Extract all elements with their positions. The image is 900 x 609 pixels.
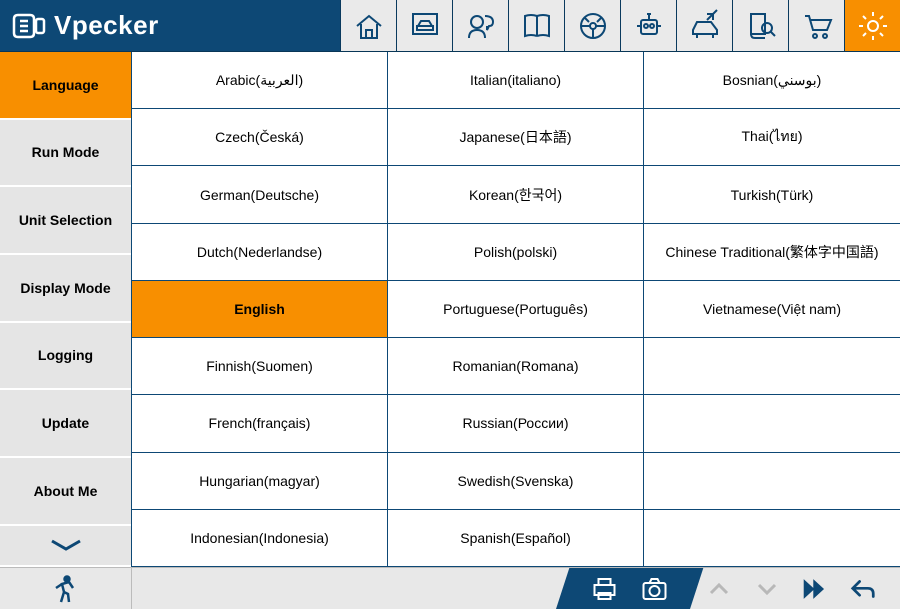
main: Language Run Mode Unit Selection Display…	[0, 52, 900, 567]
nav-forward[interactable]	[802, 576, 828, 602]
language-option[interactable]: Dutch(Nederlandse)	[132, 224, 388, 281]
robot-icon[interactable]	[620, 0, 676, 51]
language-option[interactable]: Japanese(日本語)	[388, 109, 644, 166]
logo-area: Vpecker	[0, 10, 340, 41]
double-chevron-right-icon	[802, 574, 828, 604]
language-option[interactable]: Finnish(Suomen)	[132, 338, 388, 395]
sidebar: Language Run Mode Unit Selection Display…	[0, 52, 132, 567]
language-option[interactable]: Italian(italiano)	[388, 52, 644, 109]
language-option[interactable]: Spanish(Español)	[388, 510, 644, 567]
language-option	[644, 510, 900, 567]
language-option[interactable]: Russian(России)	[388, 395, 644, 452]
nav-back[interactable]	[850, 576, 876, 602]
language-option[interactable]: Vietnamese(Việt nam)	[644, 281, 900, 338]
settings-icon[interactable]	[844, 0, 900, 51]
sidebar-item-about-me[interactable]: About Me	[0, 458, 131, 526]
logo-icon	[12, 13, 46, 39]
language-option[interactable]: Bosnian(بوسني)	[644, 52, 900, 109]
home-icon[interactable]	[340, 0, 396, 51]
language-option	[644, 395, 900, 452]
steering-icon[interactable]	[564, 0, 620, 51]
print-icon[interactable]	[591, 575, 619, 603]
footer-nav	[682, 568, 900, 609]
language-option[interactable]: Portuguese(Português)	[388, 281, 644, 338]
sidebar-item-label: About Me	[34, 483, 98, 499]
language-grid: Arabic(العربية)Italian(italiano)Bosnian(…	[132, 52, 900, 567]
language-option	[644, 338, 900, 395]
run-icon	[51, 574, 81, 604]
sidebar-item-language[interactable]: Language	[0, 52, 131, 120]
sidebar-item-label: Unit Selection	[19, 212, 112, 228]
nav-down[interactable]	[754, 576, 780, 602]
sidebar-item-unit-selection[interactable]: Unit Selection	[0, 187, 131, 255]
language-option[interactable]: Thai(ไทย)	[644, 109, 900, 166]
language-option[interactable]: Hungarian(magyar)	[132, 453, 388, 510]
exit-button[interactable]	[0, 568, 132, 609]
sidebar-item-update[interactable]: Update	[0, 390, 131, 458]
language-option[interactable]: French(français)	[132, 395, 388, 452]
sidebar-item-logging[interactable]: Logging	[0, 323, 131, 391]
language-option[interactable]: Romanian(Romana)	[388, 338, 644, 395]
nav-up[interactable]	[706, 576, 732, 602]
sidebar-item-label: Logging	[38, 347, 93, 363]
language-option[interactable]: Turkish(Türk)	[644, 166, 900, 223]
language-option[interactable]: Indonesian(Indonesia)	[132, 510, 388, 567]
language-option[interactable]: Polish(polski)	[388, 224, 644, 281]
cart-icon[interactable]	[788, 0, 844, 51]
vehicle-screen-icon[interactable]	[396, 0, 452, 51]
language-option[interactable]: Czech(Česká)	[132, 109, 388, 166]
brand-name: Vpecker	[54, 10, 159, 41]
manual-icon[interactable]	[508, 0, 564, 51]
sidebar-item-label: Language	[32, 77, 98, 93]
language-option[interactable]: English	[132, 281, 388, 338]
language-option[interactable]: Korean(한국어)	[388, 166, 644, 223]
camera-icon[interactable]	[641, 575, 669, 603]
sidebar-item-label: Display Mode	[20, 280, 110, 296]
toolbar	[340, 0, 900, 51]
support-icon[interactable]	[452, 0, 508, 51]
language-option[interactable]: Chinese Traditional(繁体字中国語)	[644, 224, 900, 281]
header: Vpecker	[0, 0, 900, 52]
chevron-up-icon	[707, 577, 731, 601]
sidebar-item-run-mode[interactable]: Run Mode	[0, 120, 131, 188]
back-icon	[850, 574, 876, 604]
sidebar-more[interactable]	[0, 526, 131, 567]
sidebar-item-display-mode[interactable]: Display Mode	[0, 255, 131, 323]
language-option[interactable]: German(Deutsche)	[132, 166, 388, 223]
chevron-down-icon	[755, 577, 779, 601]
chevron-down-icon	[48, 537, 84, 553]
language-option[interactable]: Arabic(العربية)	[132, 52, 388, 109]
footer-actions	[556, 568, 703, 609]
language-option[interactable]: Swedish(Svenska)	[388, 453, 644, 510]
car-diag-icon[interactable]	[676, 0, 732, 51]
sidebar-item-label: Run Mode	[32, 144, 100, 160]
book-search-icon[interactable]	[732, 0, 788, 51]
footer	[0, 567, 900, 609]
language-option	[644, 453, 900, 510]
sidebar-item-label: Update	[42, 415, 89, 431]
